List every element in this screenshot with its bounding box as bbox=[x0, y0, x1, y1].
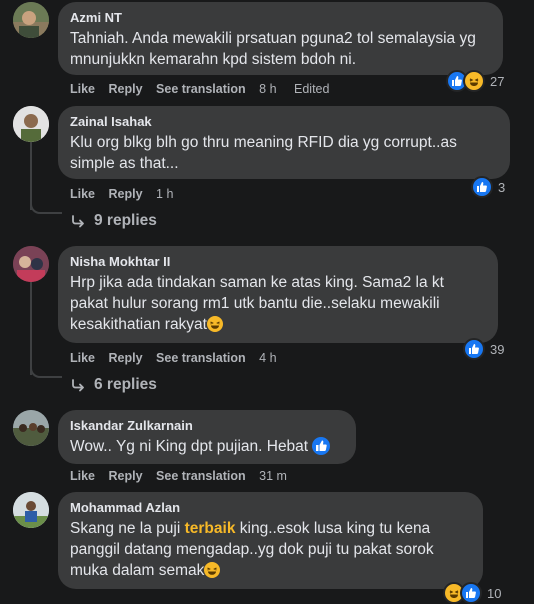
like-button[interactable]: Like bbox=[70, 351, 95, 365]
reaction-count: 10 bbox=[487, 585, 502, 601]
see-translation-link[interactable]: See translation bbox=[156, 469, 246, 483]
view-replies-button[interactable]: 9 replies bbox=[70, 212, 157, 230]
avatar[interactable] bbox=[13, 2, 49, 38]
avatar[interactable] bbox=[13, 410, 49, 446]
highlighted-word: terbaik bbox=[184, 520, 236, 537]
haha-icon bbox=[463, 70, 485, 92]
comment-actions: Like Reply 1 h bbox=[70, 187, 187, 201]
comment-author[interactable]: Nisha Mokhtar II bbox=[70, 254, 486, 270]
comment-bubble: Iskandar Zulkarnain Wow.. Yg ni King dpt… bbox=[58, 410, 356, 464]
avatar-photo-icon bbox=[13, 492, 49, 528]
comment-text: Klu org blkg blh go thru meaning RFID di… bbox=[70, 134, 462, 172]
reaction-count: 3 bbox=[498, 179, 506, 195]
see-translation-link[interactable]: See translation bbox=[156, 82, 246, 96]
reaction-count: 27 bbox=[490, 73, 505, 89]
comment-author[interactable]: Azmi NT bbox=[70, 10, 491, 26]
comment-actions: Like Reply See translation 4 h bbox=[70, 351, 291, 365]
comment-text: Skang ne la puji terbaik king..esok lusa… bbox=[70, 520, 438, 579]
reaction-summary[interactable]: 39 bbox=[463, 338, 504, 360]
reaction-summary[interactable]: 3 bbox=[471, 176, 505, 198]
avatar-photo-icon bbox=[13, 106, 49, 142]
comment-author[interactable]: Mohammad Azlan bbox=[70, 500, 471, 516]
laughing-emoji-icon bbox=[207, 316, 223, 332]
like-button[interactable]: Like bbox=[70, 469, 95, 483]
avatar-photo-icon bbox=[13, 246, 49, 282]
like-icon bbox=[463, 338, 485, 360]
timestamp[interactable]: 31 m bbox=[259, 469, 287, 483]
like-icon bbox=[471, 176, 493, 198]
reaction-count: 39 bbox=[490, 341, 505, 357]
comment-bubble: Nisha Mokhtar II Hrp jika ada tindakan s… bbox=[58, 246, 498, 343]
like-emoji-icon bbox=[312, 437, 331, 455]
replies-count-label: 9 replies bbox=[94, 212, 157, 229]
avatar-photo-icon bbox=[13, 410, 49, 446]
reply-button[interactable]: Reply bbox=[109, 351, 143, 365]
laughing-emoji-icon bbox=[204, 562, 221, 578]
comment-actions: Like Reply See translation 8 h Edited bbox=[70, 82, 343, 96]
like-button[interactable]: Like bbox=[70, 82, 95, 96]
comment-text: Wow.. Yg ni King dpt pujian. Hebat bbox=[70, 436, 344, 457]
thread-curve bbox=[30, 200, 62, 214]
reply-arrow-icon bbox=[72, 215, 84, 228]
reply-button[interactable]: Reply bbox=[109, 187, 143, 201]
reply-arrow-icon bbox=[72, 379, 84, 392]
reply-button[interactable]: Reply bbox=[109, 469, 143, 483]
reaction-summary[interactable]: 27 bbox=[446, 70, 504, 92]
like-icon bbox=[460, 582, 482, 604]
comment-author[interactable]: Zainal Isahak bbox=[70, 114, 498, 130]
edited-label[interactable]: Edited bbox=[294, 82, 329, 96]
like-button[interactable]: Like bbox=[70, 187, 95, 201]
thread-line bbox=[30, 280, 32, 375]
timestamp[interactable]: 8 h bbox=[259, 82, 276, 96]
comment-bubble: Zainal Isahak Klu org blkg blh go thru m… bbox=[58, 106, 510, 179]
replies-count-label: 6 replies bbox=[94, 376, 157, 393]
avatar[interactable] bbox=[13, 492, 49, 528]
avatar[interactable] bbox=[13, 246, 49, 282]
avatar-photo-icon bbox=[13, 2, 49, 38]
thread-curve bbox=[30, 364, 62, 378]
comment-text: Tahniah. Anda mewakili prsatuan pguna2 t… bbox=[70, 30, 481, 68]
comment-text: Hrp jika ada tindakan saman ke atas king… bbox=[70, 274, 449, 333]
comment-bubble: Mohammad Azlan Skang ne la puji terbaik … bbox=[58, 492, 483, 589]
comment-actions: Like Reply See translation 31 m bbox=[70, 469, 301, 483]
reaction-summary[interactable]: 10 bbox=[443, 582, 501, 604]
comment-bubble: Azmi NT Tahniah. Anda mewakili prsatuan … bbox=[58, 2, 503, 75]
timestamp[interactable]: 1 h bbox=[156, 187, 173, 201]
reply-button[interactable]: Reply bbox=[109, 82, 143, 96]
view-replies-button[interactable]: 6 replies bbox=[70, 376, 157, 394]
comment-author[interactable]: Iskandar Zulkarnain bbox=[70, 418, 344, 434]
see-translation-link[interactable]: See translation bbox=[156, 351, 246, 365]
timestamp[interactable]: 4 h bbox=[259, 351, 276, 365]
avatar[interactable] bbox=[13, 106, 49, 142]
